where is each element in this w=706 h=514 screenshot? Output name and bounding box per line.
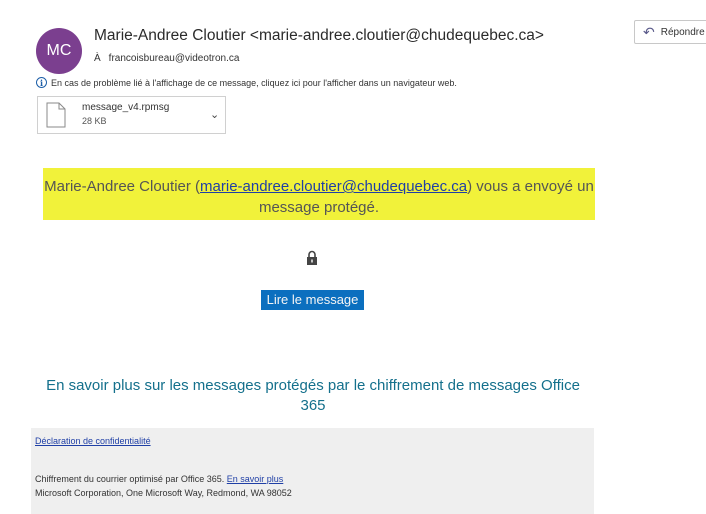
- footer: Déclaration de confidentialité Chiffreme…: [31, 428, 594, 514]
- encryption-text: Chiffrement du courrier optimisé par Off…: [35, 474, 225, 484]
- protected-message-notice: Marie-Andree Cloutier (marie-andree.clou…: [43, 168, 595, 220]
- to-label: À: [94, 53, 101, 64]
- info-icon: i: [36, 77, 47, 88]
- encryption-line: Chiffrement du courrier optimisé par Off…: [35, 474, 283, 484]
- recipient-address[interactable]: francoisbureau@videotron.ca: [109, 53, 240, 64]
- info-bar[interactable]: i En cas de problème lié à l'affichage d…: [36, 77, 457, 88]
- attachment-name: message_v4.rpmsg: [82, 102, 170, 113]
- notice-prefix: Marie-Andree Cloutier (: [44, 178, 201, 195]
- encryption-learn-more-link[interactable]: En savoir plus: [227, 474, 284, 484]
- sender-email-link[interactable]: marie-andree.cloutier@chudequebec.ca: [200, 178, 467, 195]
- avatar[interactable]: MC: [36, 28, 82, 74]
- reply-label: Répondre: [660, 26, 705, 38]
- sender-name[interactable]: Marie-Andree Cloutier <marie-andree.clou…: [94, 27, 544, 45]
- attachment-size: 28 KB: [82, 116, 107, 126]
- info-text[interactable]: En cas de problème lié à l'affichage de …: [51, 78, 457, 88]
- company-address: Microsoft Corporation, One Microsoft Way…: [35, 488, 292, 498]
- learn-more-link[interactable]: En savoir plus sur les messages protégés…: [40, 376, 586, 416]
- read-message-button[interactable]: Lire le message: [261, 290, 364, 310]
- attachment-card[interactable]: message_v4.rpmsg 28 KB ⌄: [37, 96, 226, 134]
- recipient-row: Àfrancoisbureau@videotron.ca: [94, 53, 239, 64]
- reply-arrow-icon: ↶: [643, 24, 655, 40]
- file-icon: [46, 102, 66, 128]
- reply-button[interactable]: ↶ Répondre: [634, 20, 706, 44]
- chevron-down-icon[interactable]: ⌄: [210, 108, 219, 121]
- lock-icon: [307, 250, 317, 265]
- notice-text: Marie-Andree Cloutier (marie-andree.clou…: [43, 176, 595, 218]
- privacy-link[interactable]: Déclaration de confidentialité: [35, 436, 151, 446]
